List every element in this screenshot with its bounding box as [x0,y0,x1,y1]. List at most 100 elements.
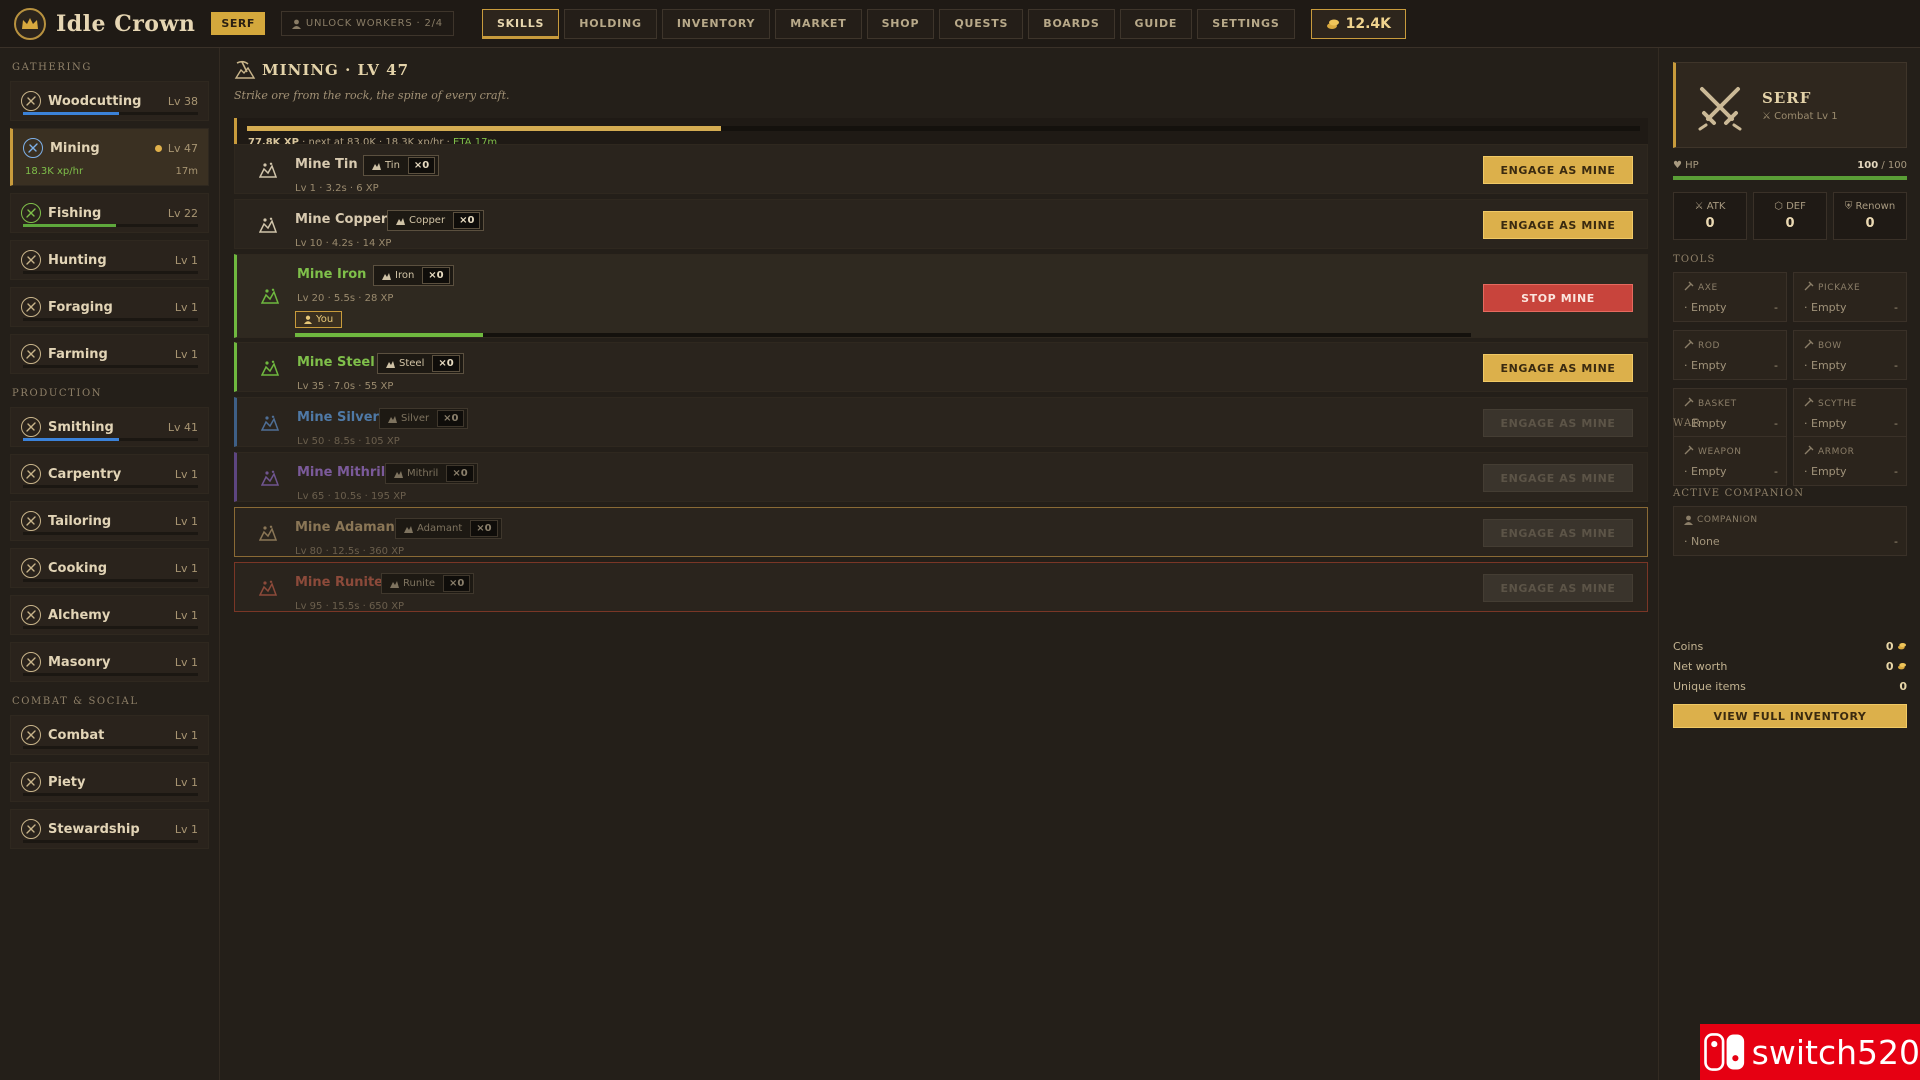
skill-level: Lv 1 [174,300,198,314]
combat-icon [21,725,41,745]
scythe-icon [1804,397,1814,410]
money-unique-items: Unique items 0 [1673,680,1907,693]
nav-tab-guide[interactable]: GUIDE [1119,8,1193,39]
xp-progress-track [247,126,1640,131]
slot-rod[interactable]: ROD · Empty - [1673,330,1787,380]
skill-progress-track [23,793,198,796]
skill-name: Combat [48,727,105,743]
nav-tab-holding[interactable]: HOLDING [564,8,657,39]
sidebar-skill-farming[interactable]: Farming Lv 1 [10,334,209,374]
ore-chip[interactable]: Mithril ×0 [385,463,478,484]
ore-count: ×0 [470,520,498,537]
xp-progress-fill [247,126,721,131]
stat-value: 0 [1865,216,1875,231]
action-meta: Lv 20 · 5.5s · 28 XP [297,293,394,304]
sidebar-skill-tailoring[interactable]: Tailoring Lv 1 [10,501,209,541]
coins-icon [1326,19,1339,29]
stewardship-icon [21,819,41,839]
sidebar-skill-hunting[interactable]: Hunting Lv 1 [10,240,209,280]
stop-mine-button[interactable]: STOP MINE [1483,284,1633,312]
slot-value: · Empty - [1684,301,1778,314]
sidebar-skill-woodcutting[interactable]: Woodcutting Lv 38 [10,81,209,121]
basket-icon [1684,397,1694,410]
skill-level: Lv 47 [167,141,198,155]
money-value: 0 [1899,680,1907,693]
ore-chip[interactable]: Tin ×0 [363,155,440,176]
action-meta: Lv 50 · 8.5s · 105 XP [297,436,400,447]
action-row-mine-tin: Mine Tin Tin ×0 Lv 1 · 3.2s · 6 XP ENGAGE AS… [234,144,1648,194]
worker-badge[interactable]: You [295,311,343,328]
watermark-text: switch520 [1751,1032,1920,1072]
ore-chip-label: Runite [403,578,436,589]
ore-icon [257,522,279,544]
ore-chip[interactable]: Steel ×0 [377,353,464,374]
pickaxe-icon [1804,281,1814,294]
character-card[interactable]: SERF ⚔ Combat Lv 1 [1673,62,1907,148]
skill-level: Lv 1 [174,775,198,789]
main-content: MINING · LV 47 Strike ore from the rock,… [232,48,1648,1080]
skill-name: Cooking [48,560,108,576]
slot-axe[interactable]: AXE · Empty - [1673,272,1787,322]
sidebar-skill-alchemy[interactable]: Alchemy Lv 1 [10,595,209,635]
companion-slot[interactable]: COMPANION · None - [1673,506,1907,556]
sidebar-skill-smithing[interactable]: Smithing Lv 41 [10,407,209,447]
slot-basket[interactable]: BASKET · Empty - [1673,388,1787,438]
engage-as-mine-button[interactable]: ENGAGE AS MINE [1483,156,1633,184]
sidebar-skill-fishing[interactable]: Fishing Lv 22 [10,193,209,233]
skill-name: Hunting [48,252,107,268]
skill-level: Lv 41 [167,420,198,434]
sidebar-skill-foraging[interactable]: Foraging Lv 1 [10,287,209,327]
main-nav: SKILLS HOLDING INVENTORY MARKET SHOP QUESTS BO… [481,8,1295,39]
logo[interactable]: Idle Crown [14,7,196,40]
nav-tab-inventory[interactable]: INVENTORY [661,8,771,39]
sidebar-skill-cooking[interactable]: Cooking Lv 1 [10,548,209,588]
ore-chip[interactable]: Silver ×0 [379,408,469,429]
skill-progress-track [23,673,198,676]
slot-pickaxe[interactable]: PICKAXE · Empty - [1793,272,1907,322]
slot-bow[interactable]: BOW · Empty - [1793,330,1907,380]
nav-tab-skills[interactable]: SKILLS [481,8,560,39]
slot-label: BASKET [1684,397,1737,410]
slot-label: PICKAXE [1804,281,1860,294]
action-row-mine-mithril: Mine Mithril Mithril ×0 Lv 65 · 10.5s · 195… [234,452,1648,502]
nav-tab-settings[interactable]: SETTINGS [1197,8,1295,39]
sidebar-skill-carpentry[interactable]: Carpentry Lv 1 [10,454,209,494]
sidebar-skill-piety[interactable]: Piety Lv 1 [10,762,209,802]
slot-value: · Empty - [1804,359,1898,372]
ore-chip[interactable]: Iron ×0 [373,265,454,286]
slot-armor[interactable]: ARMOR · Empty - [1793,436,1907,486]
unlock-workers-button[interactable]: UNLOCK WORKERS · 2/4 [280,11,454,36]
character-panel: SERF ⚔ Combat Lv 1 ♥ HP 100 / 100 ⚔ ATK 0… [1658,48,1920,1080]
hp-bar [1673,176,1907,180]
slot-scythe[interactable]: SCYTHE · Empty - [1793,388,1907,438]
view-full-inventory-button[interactable]: VIEW FULL INVENTORY [1673,704,1907,728]
sidebar-skill-masonry[interactable]: Masonry Lv 1 [10,642,209,682]
slot-label: ARMOR [1804,445,1855,458]
ore-chip-label: Adamant [417,523,463,534]
nav-tab-boards[interactable]: BOARDS [1028,8,1115,39]
sidebar-skill-combat[interactable]: Combat Lv 1 [10,715,209,755]
skill-progress-track [23,271,198,274]
ore-chip[interactable]: Copper ×0 [387,210,485,231]
nav-tab-quests[interactable]: QUESTS [939,8,1024,39]
slot-weapon[interactable]: WEAPON · Empty - [1673,436,1787,486]
ore-chip[interactable]: Adamant ×0 [395,518,502,539]
slot-value: · Empty - [1804,465,1898,478]
engage-as-mine-button[interactable]: ENGAGE AS MINE [1483,354,1633,382]
sidebar-skill-stewardship[interactable]: Stewardship Lv 1 [10,809,209,849]
action-name: Mine Mithril [297,465,386,480]
ore-chip[interactable]: Runite ×0 [381,573,475,594]
crossed-swords-icon [1698,87,1742,131]
nav-tab-market[interactable]: MARKET [775,8,862,39]
coin-balance[interactable]: 12.4K [1310,8,1406,39]
sidebar-skill-mining[interactable]: Mining Lv 47 18.3K xp/hr 17m [10,128,209,186]
app-title: Idle Crown [56,10,196,37]
nav-tab-shop[interactable]: SHOP [866,8,935,39]
engage-as-mine-button[interactable]: ENGAGE AS MINE [1483,211,1633,239]
ore-small-icon [382,272,391,280]
war-heading: WAR [1673,418,1702,429]
character-name: SERF [1762,89,1812,107]
engage-as-mine-button: ENGAGE AS MINE [1483,574,1633,602]
armor-icon [1804,445,1814,458]
skill-level: Lv 38 [167,94,198,108]
